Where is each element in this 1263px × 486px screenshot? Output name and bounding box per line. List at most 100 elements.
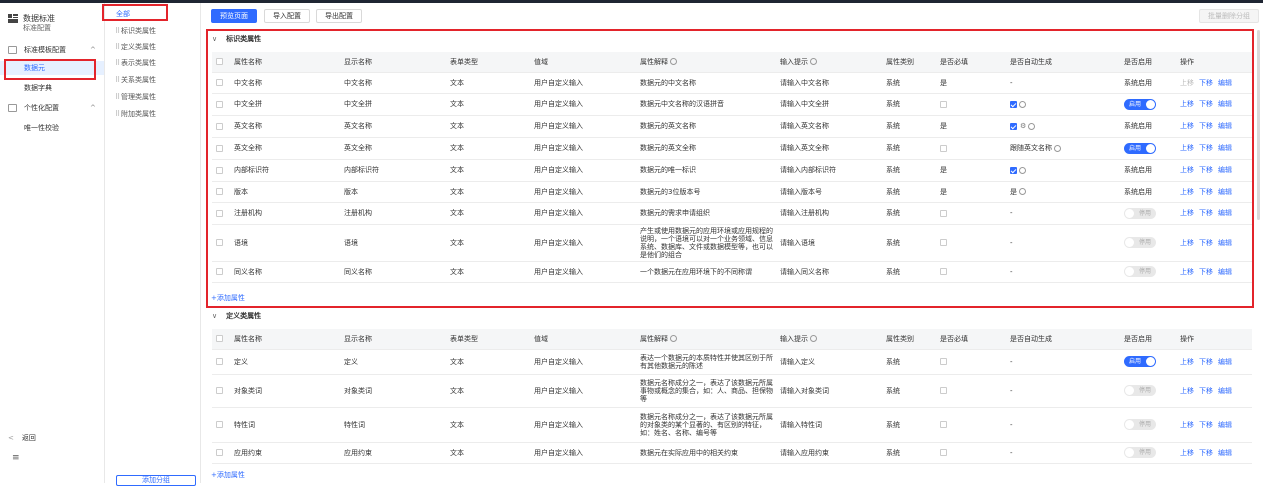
move-down-link[interactable]: 下移 (1199, 449, 1213, 457)
export-config-button[interactable]: 导出配置 (316, 9, 362, 23)
row-select-cell (212, 349, 230, 375)
enable-cell: 停用 (1120, 374, 1176, 408)
move-up-link[interactable]: 上移 (1180, 387, 1194, 395)
menu-icon[interactable]: ≡ (12, 453, 20, 463)
required-checkbox[interactable] (940, 358, 947, 365)
required-checkbox[interactable] (940, 449, 947, 456)
enable-switch[interactable]: 停用 (1124, 447, 1156, 458)
column-header: 操作 (1176, 329, 1252, 350)
batch-delete-group-button[interactable]: 批量删除分组 (1199, 9, 1259, 23)
edit-link[interactable]: 编辑 (1218, 358, 1232, 366)
row-checkbox[interactable] (216, 421, 223, 428)
attr-name-cell: 应用约束 (230, 442, 340, 464)
value-domain-cell: 用户自定义输入 (530, 349, 636, 375)
section-header-definition[interactable]: ∨ 定义类属性 (212, 309, 261, 323)
column-header: 值域 (530, 329, 636, 350)
required-checkbox[interactable] (940, 387, 947, 394)
switch-knob (1125, 386, 1134, 395)
display-name-cell: 应用约束 (340, 442, 446, 464)
auto-generate-value: - (1010, 420, 1013, 429)
enable-cell: 停用 (1120, 407, 1176, 443)
actions-cell: 上移 下移 编辑 (1176, 349, 1252, 375)
enable-switch[interactable]: 启用 (1124, 356, 1156, 367)
column-header: 属性名称 (230, 329, 340, 350)
auto-generate-value: - (1010, 357, 1013, 366)
nav-item-data-dictionary[interactable]: 数据字典 (0, 81, 104, 95)
attr-name-cell: 特性词 (230, 407, 340, 443)
edit-link[interactable]: 编辑 (1218, 449, 1232, 457)
move-down-link[interactable]: 下移 (1199, 358, 1213, 366)
enable-switch[interactable]: 停用 (1124, 419, 1156, 430)
move-up-link[interactable]: 上移 (1180, 421, 1194, 429)
enable-cell: 停用 (1120, 442, 1176, 464)
group-item-management[interactable]: ⠿ 管理类属性 (106, 91, 200, 104)
drag-handle-icon[interactable]: ⠿ (115, 108, 120, 121)
group-item-representation[interactable]: ⠿ 表示类属性 (106, 57, 200, 70)
move-down-link[interactable]: 下移 (1199, 421, 1213, 429)
column-header-label: 输入提示 (780, 334, 808, 343)
drag-handle-icon[interactable]: ⠿ (115, 74, 120, 87)
group-item-additional[interactable]: ⠿ 附加类属性 (106, 108, 200, 121)
help-icon[interactable] (810, 335, 817, 343)
row-checkbox[interactable] (216, 387, 223, 394)
switch-label: 停用 (1138, 387, 1151, 394)
select-all-cell (212, 329, 230, 350)
nav-item-template-config[interactable]: 标准模板配置 ^ (0, 43, 104, 57)
chevron-up-icon: ^ (90, 104, 96, 112)
attr-name-cell: 对象类词 (230, 374, 340, 408)
row-select-cell (212, 442, 230, 464)
edit-link[interactable]: 编辑 (1218, 421, 1232, 429)
column-header-label: 值域 (534, 334, 548, 343)
nav-item-personal-config[interactable]: 个性化配置 ^ (0, 101, 104, 115)
switch-knob (1125, 448, 1134, 457)
input-hint-cell: 请输入对象类词 (776, 374, 882, 408)
move-up-link[interactable]: 上移 (1180, 358, 1194, 366)
move-up-link[interactable]: 上移 (1180, 449, 1194, 457)
help-icon[interactable] (670, 335, 677, 343)
row-checkbox[interactable] (216, 449, 223, 456)
row-checkbox[interactable] (216, 358, 223, 365)
drag-handle-icon[interactable]: ⠿ (115, 41, 120, 54)
data-standard-icon (8, 14, 18, 23)
column-header-label: 属性名称 (234, 334, 262, 343)
input-hint-cell: 请输入应用约束 (776, 442, 882, 464)
column-header: 是否自动生成 (1006, 329, 1120, 350)
attr-category-cell: 系统 (882, 374, 936, 408)
group-item-identification[interactable]: ⠿ 标识类属性 (106, 25, 200, 38)
select-all-checkbox[interactable] (216, 335, 223, 343)
add-group-button[interactable]: 添加分组 (116, 475, 196, 486)
column-header: 输入提示 (776, 329, 882, 350)
form-type-cell: 文本 (446, 349, 530, 375)
attr-category-cell: 系统 (882, 442, 936, 464)
import-config-button[interactable]: 导入配置 (264, 9, 310, 23)
row-select-cell (212, 407, 230, 443)
drag-handle-icon[interactable]: ⠿ (115, 91, 120, 104)
column-header-label: 属性解释 (640, 334, 668, 343)
attr-category-cell: 系统 (882, 407, 936, 443)
nav-subtitle: 标准配置 (23, 24, 51, 32)
chevron-left-icon: < (8, 434, 14, 442)
enable-switch[interactable]: 停用 (1124, 385, 1156, 396)
drag-handle-icon[interactable]: ⠿ (115, 57, 120, 70)
display-name-cell: 定义 (340, 349, 446, 375)
scrollbar[interactable] (1257, 30, 1260, 220)
column-header-label: 显示名称 (344, 334, 372, 343)
drag-handle-icon[interactable]: ⠿ (115, 25, 120, 38)
back-button[interactable]: < 返回 (8, 433, 68, 443)
column-header-label: 是否必填 (940, 334, 968, 343)
auto-generate-cell: - (1006, 442, 1120, 464)
highlight-box (102, 4, 168, 21)
edit-link[interactable]: 编辑 (1218, 387, 1232, 395)
group-item-definition[interactable]: ⠿ 定义类属性 (106, 41, 200, 54)
move-down-link[interactable]: 下移 (1199, 387, 1213, 395)
column-header: 属性类别 (882, 329, 936, 350)
group-list: 全部 ⠿ 标识类属性 ⠿ 定义类属性 ⠿ 表示类属性 ⠿ 关系类属性 ⠿ 管理类属性 ⠿ 附… (102, 3, 201, 486)
nav-item-uniqueness-check[interactable]: 唯一性校验 (0, 121, 104, 135)
add-attribute-link[interactable]: +添加属性 (211, 470, 245, 480)
group-item-relation[interactable]: ⠿ 关系类属性 (106, 74, 200, 87)
preview-page-button[interactable]: 预览页面 (211, 9, 257, 23)
form-type-cell: 文本 (446, 442, 530, 464)
required-checkbox[interactable] (940, 421, 947, 428)
row-select-cell (212, 374, 230, 408)
auto-generate-value: - (1010, 386, 1013, 395)
